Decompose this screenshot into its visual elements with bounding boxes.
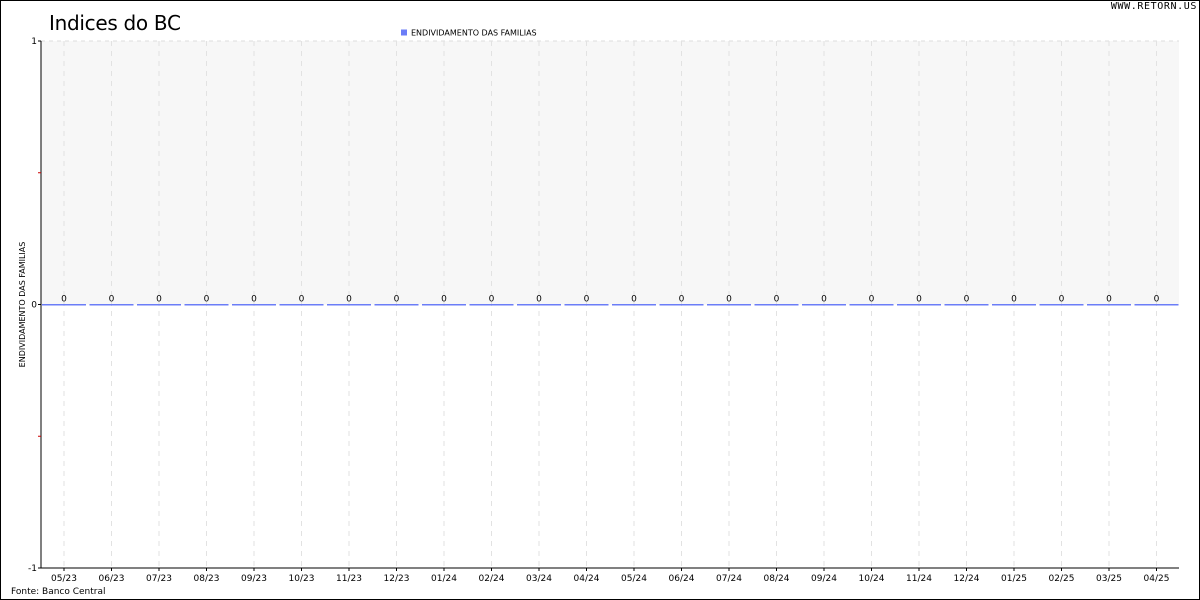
data-label: 0 [251, 295, 257, 305]
x-tick-label: 03/24 [526, 574, 552, 584]
data-label: 0 [964, 295, 970, 305]
x-tick-label: 10/24 [859, 574, 885, 584]
data-label: 0 [1154, 295, 1160, 305]
x-tick-label: 09/24 [811, 574, 837, 584]
y-tick-label: -1 [28, 564, 37, 574]
x-tick-label: 07/23 [146, 574, 172, 584]
data-label: 0 [346, 295, 352, 305]
data-label: 0 [536, 295, 542, 305]
x-tick-label: 11/23 [336, 574, 362, 584]
x-tick-label: 09/23 [241, 574, 267, 584]
data-label: 0 [61, 295, 67, 305]
x-tick-label: 08/23 [194, 574, 220, 584]
data-label: 0 [299, 295, 305, 305]
data-label: 0 [204, 295, 210, 305]
x-tick-label: 02/25 [1049, 574, 1075, 584]
x-tick-label: 08/24 [764, 574, 790, 584]
legend: ENDIVIDAMENTO DAS FAMILIAS [401, 29, 537, 38]
data-label: 0 [916, 295, 922, 305]
data-label: 0 [821, 295, 827, 305]
data-label: 0 [489, 295, 495, 305]
data-label: 0 [774, 295, 780, 305]
plot-background-upper [41, 41, 1179, 305]
legend-swatch [401, 29, 407, 36]
data-label: 0 [726, 295, 732, 305]
chart-frame: Indices do BC WWW.RETORN.US 000000000000… [0, 0, 1200, 600]
x-tick-label: 11/24 [906, 574, 932, 584]
data-label: 0 [394, 295, 400, 305]
data-label: 0 [156, 295, 162, 305]
x-tick-label: 05/23 [51, 574, 77, 584]
x-tick-label: 12/23 [384, 574, 410, 584]
x-tick-label: 10/23 [289, 574, 315, 584]
source-note: Fonte: Banco Central [11, 587, 106, 597]
chart-svg: 0 0 0 0 0 0 0 0 0 0 0 0 0 0 0 0 0 0 0 0 0 0 0 0 1 0 -1 05/23 06/23 0… [18, 29, 1179, 584]
data-label: 0 [869, 295, 875, 305]
y-axis-label: ENDIVIDAMENTO DAS FAMILIAS [18, 242, 27, 368]
data-label: 0 [679, 295, 685, 305]
x-tick-label: 04/24 [574, 574, 600, 584]
data-label: 0 [1106, 295, 1112, 305]
data-label: 0 [441, 295, 447, 305]
y-tick-label: 1 [31, 37, 37, 47]
x-tick-label: 06/24 [669, 574, 695, 584]
x-tick-label: 05/24 [621, 574, 647, 584]
x-tick-label: 01/25 [1001, 574, 1027, 584]
x-tick-label: 06/23 [99, 574, 125, 584]
data-label: 0 [1059, 295, 1065, 305]
data-label: 0 [631, 295, 637, 305]
plot-background-lower [41, 304, 1179, 568]
data-label: 0 [109, 295, 115, 305]
legend-label: ENDIVIDAMENTO DAS FAMILIAS [411, 29, 537, 38]
data-label: 0 [584, 295, 590, 305]
x-tick-label: 01/24 [431, 574, 457, 584]
x-tick-label: 12/24 [954, 574, 980, 584]
x-tick-label: 03/25 [1096, 574, 1122, 584]
x-tick-label: 02/24 [479, 574, 505, 584]
y-tick-label: 0 [31, 301, 37, 311]
x-tick-label: 07/24 [716, 574, 742, 584]
x-tick-label: 04/25 [1144, 574, 1170, 584]
data-label: 0 [1011, 295, 1017, 305]
